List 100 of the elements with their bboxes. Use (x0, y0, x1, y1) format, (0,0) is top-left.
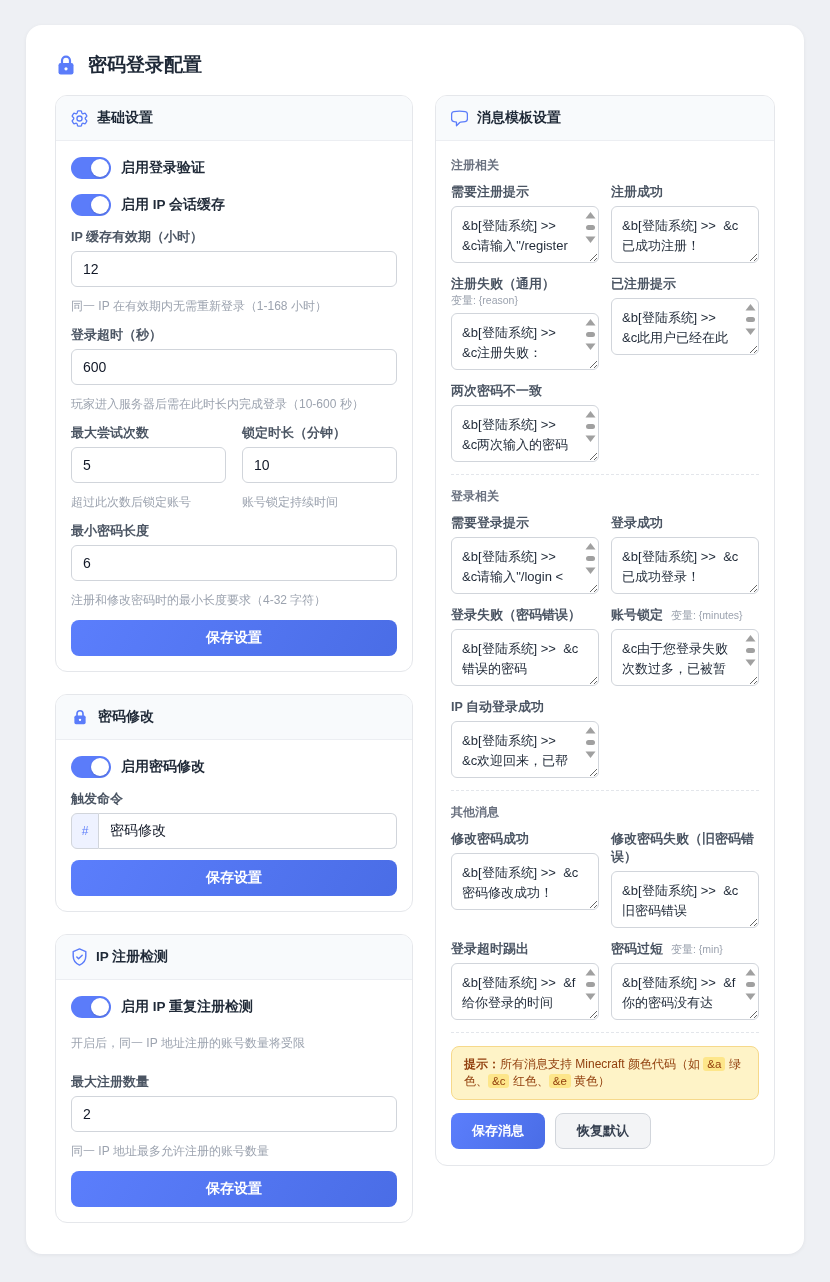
lock-icon (74, 709, 86, 725)
message-textarea[interactable]: &b[登陆系统] >> &c此用户已经在此 (611, 298, 759, 355)
scroll-up-arrow-icon[interactable] (585, 727, 596, 734)
field-label: 密码过短 (611, 941, 663, 958)
input-field[interactable]: 12 (71, 251, 397, 287)
command-input[interactable]: 密码修改 (99, 813, 397, 849)
message-textarea[interactable]: &b[登陆系统] >> &c已成功注册！ (611, 206, 759, 263)
chat-bubble-icon (451, 109, 468, 127)
scrollbar-thumb[interactable] (746, 982, 755, 987)
card-title: 消息模板设置 (477, 109, 561, 127)
toggle-label: 启用登录验证 (121, 159, 205, 177)
input-field[interactable]: 10 (242, 447, 397, 483)
message-textarea[interactable]: &b[登陆系统] >> &f给你登录的时间 (451, 963, 599, 1020)
scroll-up-arrow-icon[interactable] (585, 969, 596, 976)
field-label: 账号锁定 (611, 607, 663, 624)
scroll-down-arrow-icon[interactable] (585, 435, 596, 442)
section-title: 登录相关 (451, 488, 500, 504)
toggle-label: 启用 IP 重复注册检测 (121, 998, 253, 1016)
field-label: IP 自动登录成功 (451, 699, 545, 716)
lock-icon (58, 55, 74, 75)
field-label: 登录超时（秒） (71, 327, 163, 344)
message-textarea[interactable]: &b[登陆系统] >> &c两次输入的密码 (451, 405, 599, 462)
variable-hint: 变量: {reason} (451, 293, 518, 308)
reset-button[interactable]: 恢复默认 (555, 1113, 651, 1149)
tip-text: 提示：所有消息支持 Minecraft 颜色代码（如 &a 绿色、 &c 红色、 &e 黄色） (464, 1056, 742, 1090)
scroll-down-arrow-icon[interactable] (745, 328, 756, 335)
toggle-switch[interactable] (71, 194, 111, 216)
input-field[interactable]: 5 (71, 447, 226, 483)
scrollbar-thumb[interactable] (746, 317, 755, 322)
field-label: 最小密码长度 (71, 522, 150, 540)
field-label: 登录成功 (611, 515, 663, 532)
scrollbar-thumb[interactable] (586, 740, 595, 745)
message-textarea[interactable]: &b[登陆系统] >> &c错误的密码 (451, 629, 599, 686)
input-field[interactable]: 2 (71, 1096, 397, 1132)
toggle-label: 启用 IP 会话缓存 (121, 196, 225, 214)
scroll-up-arrow-icon[interactable] (745, 304, 756, 311)
message-textarea[interactable]: &b[登陆系统] >> &c欢迎回来，已帮 (451, 721, 599, 778)
toggle-switch[interactable] (71, 996, 111, 1018)
scroll-down-arrow-icon[interactable] (745, 659, 756, 666)
scroll-down-arrow-icon[interactable] (585, 343, 596, 350)
field-label: 注册失败（通用） (451, 276, 555, 293)
save-button[interactable]: 保存设置 (71, 1171, 397, 1207)
message-textarea[interactable]: &b[登陆系统] >> &c已成功登录！ (611, 537, 759, 594)
message-textarea[interactable]: &b[登陆系统] >> &c请输入"/login < (451, 537, 599, 594)
field-label: IP 缓存有效期（小时） (71, 229, 205, 246)
card-title: 基础设置 (97, 109, 153, 127)
message-textarea[interactable]: &b[登陆系统] >> &c注册失败： (451, 313, 599, 370)
scroll-down-arrow-icon[interactable] (585, 567, 596, 574)
message-textarea[interactable]: &b[登陆系统] >> &c请输入"/register (451, 206, 599, 263)
hint-text: 超过此次数后锁定账号 (71, 494, 192, 511)
message-textarea[interactable]: &b[登陆系统] >> &c旧密码错误 (611, 871, 759, 928)
message-textarea[interactable]: &c由于您登录失败次数过多，已被暂 (611, 629, 759, 686)
scroll-up-arrow-icon[interactable] (745, 969, 756, 976)
scroll-down-arrow-icon[interactable] (585, 751, 596, 758)
scroll-up-arrow-icon[interactable] (585, 319, 596, 326)
field-label: 触发命令 (71, 791, 124, 808)
scrollbar-thumb[interactable] (746, 648, 755, 653)
message-textarea[interactable]: &b[登陆系统] >> &f你的密码没有达 (611, 963, 759, 1020)
toggle-switch[interactable] (71, 756, 111, 778)
prefix-label: # (71, 813, 99, 849)
toggle-label: 启用密码修改 (121, 758, 205, 776)
field-label: 最大注册数量 (71, 1074, 150, 1091)
scroll-up-arrow-icon[interactable] (585, 411, 596, 418)
field-label: 登录超时踢出 (451, 941, 529, 958)
field-label: 登录失败（密码错误） (451, 607, 581, 624)
section-title: 注册相关 (451, 157, 500, 173)
variable-hint: 变量: {minutes} (671, 608, 743, 623)
section-title: 其他消息 (451, 804, 500, 820)
save-button[interactable]: 保存设置 (71, 620, 397, 656)
hint-text: 注册和修改密码时的最小长度要求（4-32 字符） (71, 592, 328, 609)
scroll-down-arrow-icon[interactable] (585, 993, 596, 1000)
scrollbar-thumb[interactable] (586, 332, 595, 337)
input-field[interactable]: 600 (71, 349, 397, 385)
field-label: 已注册提示 (611, 276, 676, 293)
scrollbar-thumb[interactable] (586, 225, 595, 230)
scrollbar-thumb[interactable] (586, 982, 595, 987)
description-text: 开启后，同一 IP 地址注册的账号数量将受限 (71, 1035, 306, 1052)
toggle-switch[interactable] (71, 157, 111, 179)
field-label: 需要登录提示 (451, 515, 529, 532)
scrollbar-thumb[interactable] (586, 424, 595, 429)
shield-check-icon (72, 948, 87, 966)
field-label: 最大尝试次数 (71, 425, 150, 442)
hint-text: 同一 IP 地址最多允许注册的账号数量 (71, 1143, 270, 1160)
scroll-down-arrow-icon[interactable] (745, 993, 756, 1000)
hint-text: 账号锁定持续时间 (242, 494, 339, 511)
card-title: IP 注册检测 (96, 948, 169, 966)
save-button[interactable]: 保存消息 (451, 1113, 545, 1149)
field-label: 需要注册提示 (451, 184, 529, 201)
scroll-up-arrow-icon[interactable] (585, 543, 596, 550)
scroll-up-arrow-icon[interactable] (745, 635, 756, 642)
hint-text: 玩家进入服务器后需在此时长内完成登录（10-600 秒） (71, 396, 365, 413)
scroll-down-arrow-icon[interactable] (585, 236, 596, 243)
scrollbar-thumb[interactable] (586, 556, 595, 561)
scroll-up-arrow-icon[interactable] (585, 212, 596, 219)
input-field[interactable]: 6 (71, 545, 397, 581)
field-label: 锁定时长（分钟） (242, 425, 347, 442)
save-button[interactable]: 保存设置 (71, 860, 397, 896)
field-label: 修改密码失败（旧密码错误） (611, 831, 755, 866)
message-textarea[interactable]: &b[登陆系统] >> &c密码修改成功！ (451, 853, 599, 910)
hint-text: 同一 IP 在有效期内无需重新登录（1-168 小时） (71, 298, 328, 315)
